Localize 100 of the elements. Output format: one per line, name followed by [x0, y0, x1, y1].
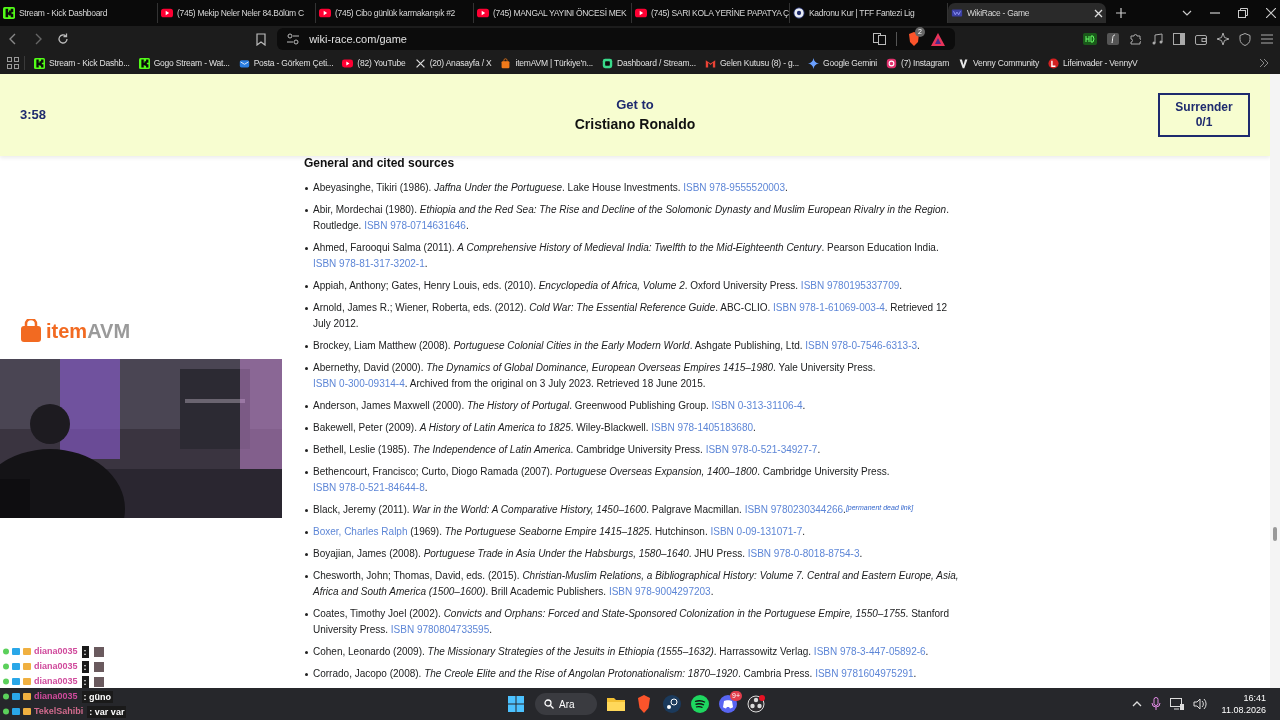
camera-icon: [886, 57, 898, 69]
sparkle-icon: [807, 57, 819, 69]
chat-username[interactable]: diana0035: [34, 659, 78, 674]
chevron-up-icon[interactable]: [1131, 699, 1142, 709]
bullet: [305, 575, 308, 578]
reference-link[interactable]: ISBN 0-09-131071-7: [710, 526, 803, 537]
chat-username[interactable]: diana0035: [34, 689, 78, 704]
chat-username[interactable]: diana0035: [34, 674, 78, 689]
scrollbar[interactable]: [1270, 74, 1280, 688]
reload-icon[interactable]: [57, 33, 69, 45]
sparkle-icon[interactable]: [1217, 33, 1229, 45]
bullet: [305, 673, 308, 676]
close-icon[interactable]: [1266, 8, 1276, 18]
shopping-bag-icon: [500, 57, 512, 69]
folder-icon[interactable]: [607, 696, 625, 712]
bullet: [305, 307, 308, 310]
goal-label: Get to: [616, 95, 654, 114]
new-tab-icon[interactable]: [1116, 8, 1126, 18]
bullet: [305, 471, 308, 474]
browser-tab[interactable]: (745) MANGAL YAYINI ÖNCESİ MEK: [474, 3, 632, 23]
bookmark-item[interactable]: (20) Anasayfa / X: [414, 56, 492, 70]
bookmark-item[interactable]: itemAVM | Türkiye'n...: [500, 56, 593, 70]
bullet: [305, 509, 308, 512]
chat-username[interactable]: diana0035: [34, 644, 78, 659]
bookmark-item[interactable]: (7) Instagram: [886, 56, 950, 70]
reference-link[interactable]: Boxer, Charles Ralph: [313, 526, 408, 537]
bullet: [305, 553, 308, 556]
reference-link[interactable]: ISBN 9781604975291: [815, 668, 914, 679]
bookmark-item[interactable]: Stream - Kick Dashb...: [34, 56, 130, 70]
clock[interactable]: 16:41 11.08.2026: [1221, 692, 1266, 716]
recorder-icon[interactable]: [747, 695, 765, 713]
triangle-icon[interactable]: [931, 32, 945, 46]
bullet: [305, 427, 308, 430]
reference-link[interactable]: ISBN 978-0-521-84644-8: [313, 482, 425, 493]
badge-icons: [2, 707, 32, 716]
reference-entry: Abir, Mordechai (1980). Ethiopia and the Red Sea: The Rise and Decline of the Solomonic Dynasty and Muslim European Rivalry in the Region. Routledge. ISBN 978-0714631646.: [313, 203, 950, 233]
lion-shield-icon[interactable]: [907, 32, 921, 46]
reference-link[interactable]: ISBN 978-1-61069-003-4: [773, 302, 885, 313]
reference-link[interactable]: ISBN 978-0-521-34927-7: [705, 444, 818, 455]
reference-link[interactable]: ISBN 0-300-09314-4: [313, 378, 405, 389]
reference-entry: Brockey, Liam Matthew (2008). Portuguese Colonial Cities in the Early Modern World. Ashgate Publishing, Ltd. ISBN 978-0-7546-6313-3.: [313, 339, 921, 353]
reference-link[interactable]: ISBN 978-3-447-05892-6: [813, 646, 926, 657]
sidebar-icon[interactable]: [1173, 33, 1185, 45]
bookmark-icon[interactable]: [256, 32, 267, 46]
shield-icon[interactable]: [1239, 32, 1251, 46]
reference-link[interactable]: ISBN 978-9004297203: [608, 586, 711, 597]
volume-icon[interactable]: [1192, 698, 1207, 710]
browser-tab[interactable]: (745) Mekip Neler Neler 84.Bölüm C: [158, 3, 316, 23]
chevron-down-icon[interactable]: [1182, 8, 1192, 18]
bullet: [305, 449, 308, 452]
surrender-button[interactable]: Surrender 0/1: [1158, 93, 1250, 137]
reference-entry: Boxer, Charles Ralph (1969). The Portuguese Seaborne Empire 1415–1825. Hutchinson. ISBN 0-09-131071-7.: [313, 525, 806, 539]
bookmark-item[interactable]: Gelen Kutusu (8) - g...: [704, 56, 799, 70]
reference-link[interactable]: ISBN 0-313-31106-4: [711, 400, 803, 411]
search-button[interactable]: Ara: [535, 693, 597, 715]
chevrons-right-icon[interactable]: [1259, 58, 1269, 68]
reference-entry: Chesworth, John; Thomas, David, eds. (2015). Christian-Muslim Relations, a Bibliographical History: Volume 7. Central and Eastern Europe, Asia, Africa and South America (1500–1600). Brill Academic Publishers. ISBN 978-9004297203.: [313, 569, 960, 599]
hdx-extension-icon[interactable]: [1083, 33, 1097, 45]
browser-tab[interactable]: WikiRace - Game: [948, 3, 1106, 23]
badge-icons: [2, 692, 32, 701]
reference-link[interactable]: ISBN 978-9555520003: [683, 182, 785, 193]
reference-entry: Corrado, Jacopo (2008). The Creole Elite and the Rise of Angolan Protonationalism: 1870–1920. Cambria Press. ISBN 9781604975291.: [313, 667, 918, 681]
microphone-icon[interactable]: [1150, 697, 1161, 711]
puzzle-icon[interactable]: [1129, 33, 1141, 45]
browser-tab[interactable]: (745) SARI KOLA YERİNE PAPATYA Ç: [632, 3, 790, 23]
bookmark-item[interactable]: Google Gemini: [807, 56, 878, 70]
close-icon[interactable]: [1094, 8, 1103, 18]
bookmark-item[interactable]: Gogo Stream - Wat...: [138, 56, 230, 70]
lion-shield-icon[interactable]: [635, 695, 653, 713]
section-heading: General and cited sources: [304, 156, 456, 170]
shopping-bag-icon: [20, 319, 42, 343]
windows-start-icon[interactable]: [507, 695, 525, 713]
translate-icon[interactable]: [873, 33, 886, 45]
browser-tab[interactable]: Stream - Kick Dashboard: [0, 3, 158, 23]
bookmark-item[interactable]: (82) YouTube: [342, 56, 406, 70]
apps-grid-icon[interactable]: [7, 57, 19, 69]
spotify-icon[interactable]: [691, 695, 709, 713]
site-settings-icon[interactable]: [287, 33, 300, 45]
bullet: [305, 209, 308, 212]
wallet-icon[interactable]: [1195, 33, 1207, 45]
steam-icon[interactable]: [663, 695, 681, 713]
ball-icon: [793, 7, 805, 19]
menu-icon[interactable]: [1261, 34, 1273, 44]
music-note-icon[interactable]: [1151, 33, 1163, 45]
bookmark-item[interactable]: Posta - Görkem Çeti...: [238, 56, 334, 70]
script-icon[interactable]: [1107, 33, 1119, 45]
restore-icon[interactable]: [1238, 8, 1248, 18]
bookmark-item[interactable]: Venny Community: [958, 56, 1039, 70]
chat-message: :: [81, 660, 89, 673]
reference-entry: Bethell, Leslie (1985). The Independence of Latin America. Cambridge University Press. ISBN 978-0-521-34927-7.: [313, 443, 822, 457]
network-icon[interactable]: [1169, 698, 1184, 710]
bookmark-item[interactable]: Lifeinvader - VennyV: [1048, 56, 1138, 70]
reference-entry: Arnold, James R.; Wiener, Roberta, eds. (2012). Cold War: The Essential Reference Guide. ABC-CLIO. ISBN 978-1-61069-003-4. Retrieved 12 July 2012.: [313, 301, 949, 331]
reference-link[interactable]: ISBN 978-81-317-3202-1: [313, 258, 425, 269]
reference-link[interactable]: ISBN 9780230344266: [744, 504, 844, 515]
reference-link[interactable]: ISBN 978-0714631646: [364, 220, 466, 231]
browser-tab[interactable]: Kadronu Kur | TFF Fantezi Lig: [790, 3, 948, 23]
browser-tab[interactable]: (745) Cibo günlük karmakarışık #2: [316, 3, 474, 23]
chat-username[interactable]: TekelSahibi: [34, 704, 84, 719]
bookmark-item[interactable]: Dashboard / Stream...: [602, 56, 696, 70]
